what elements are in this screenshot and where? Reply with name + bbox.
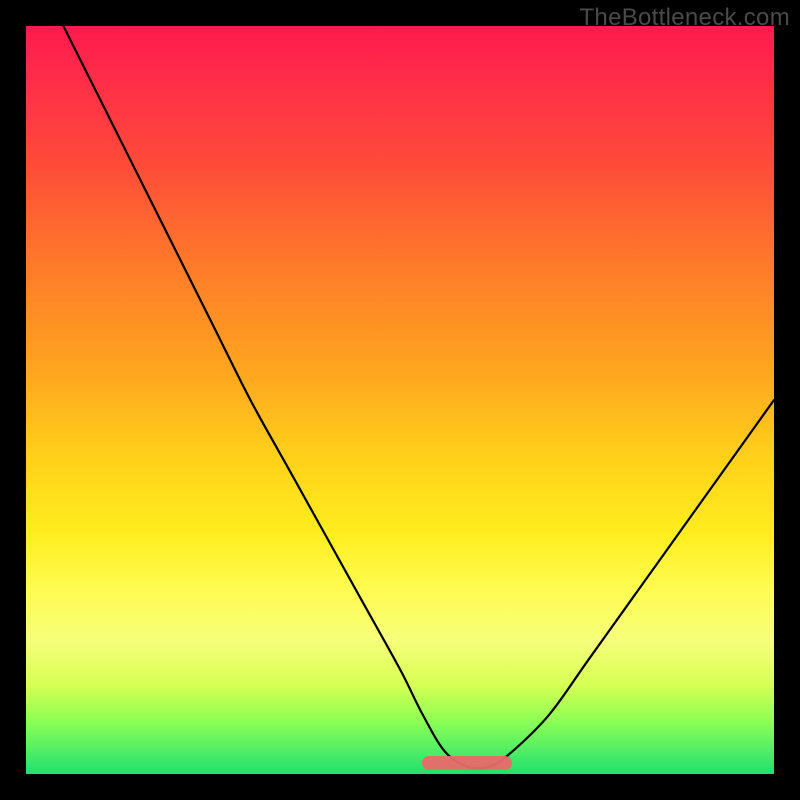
optimal-range-marker (422, 756, 512, 770)
bottleneck-curve (26, 26, 774, 774)
chart-frame: TheBottleneck.com (0, 0, 800, 800)
curve-path (63, 26, 774, 768)
plot-area (26, 26, 774, 774)
watermark-text: TheBottleneck.com (579, 4, 790, 32)
